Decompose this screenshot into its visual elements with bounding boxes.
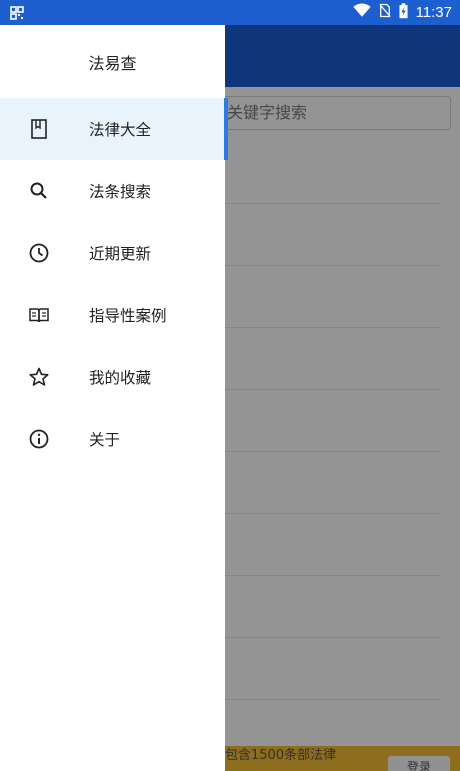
drawer-item-favorites[interactable]: 我的收藏 [0, 346, 225, 408]
search-icon [28, 180, 50, 202]
drawer-item-article-search[interactable]: 法条搜索 [0, 160, 225, 222]
drawer-item-recent-updates[interactable]: 近期更新 [0, 222, 225, 284]
drawer-item-about[interactable]: 关于 [0, 408, 225, 470]
book-icon [28, 118, 50, 140]
clock-icon [28, 242, 50, 264]
star-icon [28, 366, 50, 388]
open-book-icon [28, 304, 50, 326]
drawer-item-law-collection[interactable]: 法律大全 [0, 98, 228, 160]
drawer-item-guiding-cases[interactable]: 指导性案例 [0, 284, 225, 346]
clock-time: 11:37 [415, 4, 452, 21]
drawer-title: 法易查 [88, 53, 137, 73]
drawer-item-label: 关于 [89, 431, 121, 449]
battery-charging-icon [399, 2, 408, 23]
drawer-item-label: 近期更新 [89, 245, 152, 263]
status-bar: 11:37 [0, 0, 460, 25]
info-icon [28, 428, 50, 450]
drawer-item-label: 我的收藏 [89, 369, 152, 387]
drawer-item-label: 指导性案例 [89, 307, 167, 325]
no-sim-icon [378, 3, 391, 22]
navigation-drawer: 法易查 法律大全 法条搜索 近期更新 指导性案例 我的收藏 关于 [0, 25, 228, 771]
wifi-icon [353, 3, 371, 22]
drawer-item-label: 法条搜索 [89, 183, 152, 201]
app-notification-icon [10, 5, 24, 20]
drawer-item-label: 法律大全 [89, 121, 152, 139]
